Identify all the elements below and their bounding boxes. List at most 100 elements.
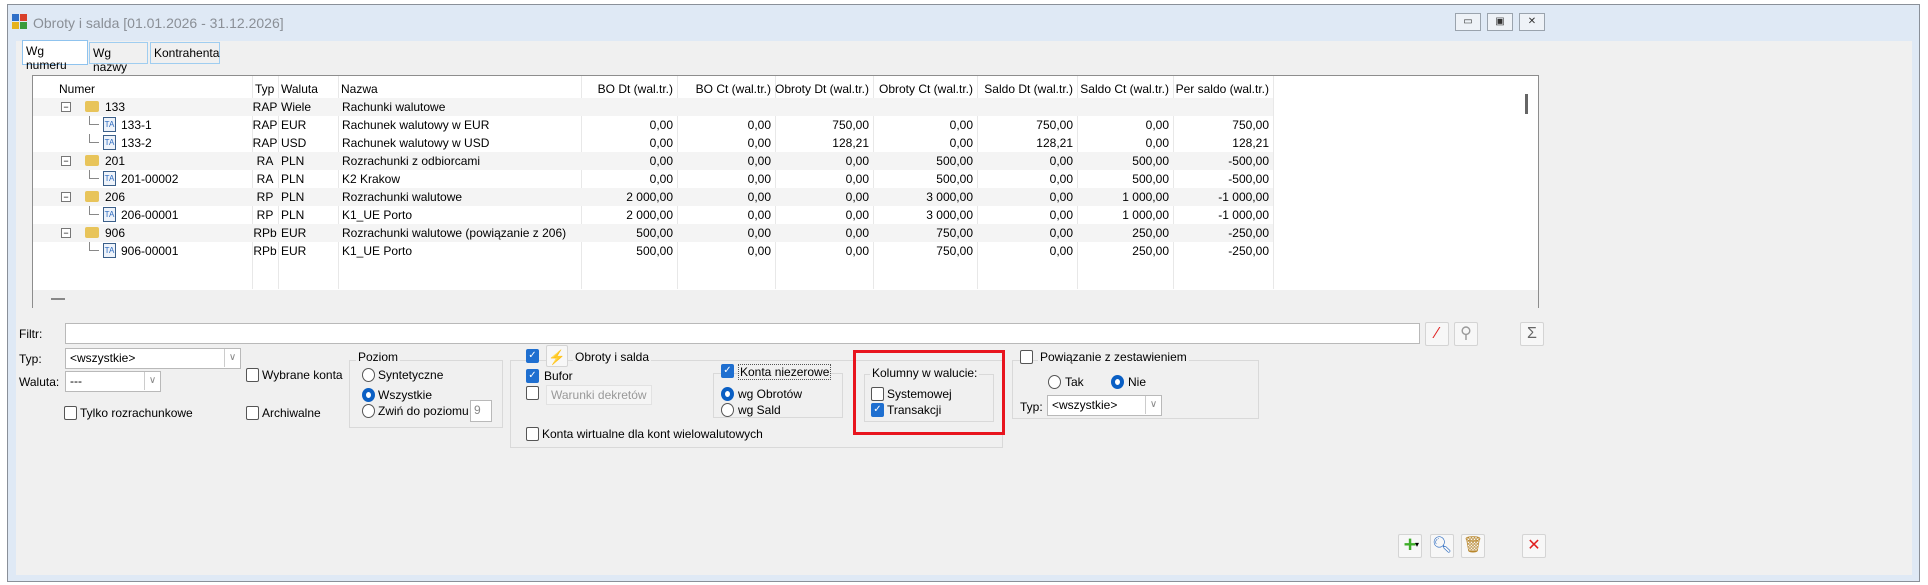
column-header[interactable]: Typ — [255, 80, 274, 98]
waluta-value: --- — [70, 374, 82, 388]
cell-numer: 906 — [105, 226, 126, 240]
powiazanie-checkbox[interactable] — [1020, 350, 1033, 364]
typ-value: <wszystkie> — [70, 351, 136, 365]
trash-icon[interactable]: 🗑︎ — [1461, 534, 1485, 558]
cell-value: -250,00 — [1228, 244, 1269, 258]
cell-value: 750,00 — [832, 118, 869, 132]
restore-button[interactable]: ▣ — [1487, 13, 1513, 31]
column-header[interactable]: Saldo Dt (wal.tr.) — [977, 80, 1073, 98]
minimize-button[interactable]: ▭ — [1455, 13, 1481, 31]
collapse-toggle[interactable]: − — [61, 102, 71, 112]
konta-wirtualne-checkbox[interactable] — [526, 427, 539, 441]
table-row[interactable]: TA 133-1 RAP EUR Rachunek walutowy w EUR 0,00… — [33, 116, 1273, 134]
wg-sald-radio[interactable] — [721, 403, 734, 417]
cell-value: 0,00 — [845, 244, 869, 258]
table-row[interactable]: TA 206-00001 RP PLN K1_UE Porto 2 000,00 0,00 0… — [33, 206, 1273, 224]
nie-radio[interactable] — [1111, 375, 1124, 389]
tylko-rozrachunkowe-checkbox[interactable] — [64, 406, 77, 420]
cell-value: 500,00 — [936, 154, 973, 168]
column-header[interactable]: Per saldo (wal.tr.) — [1173, 80, 1269, 98]
column-header[interactable]: Waluta — [281, 80, 318, 98]
collapse-handle[interactable] — [51, 298, 65, 300]
table-row[interactable]: − 201 RA PLN Rozrachunki z odbiorcami 0,00 0,0… — [33, 152, 1273, 170]
cell-nazwa: Rachunek walutowy w USD — [342, 136, 490, 150]
konta-niezerowe-checkbox[interactable]: ✓ — [721, 364, 734, 378]
collapse-toggle[interactable]: − — [61, 192, 71, 202]
collapse-toggle[interactable]: − — [61, 156, 71, 166]
cell-value: 750,00 — [936, 244, 973, 258]
warunki-checkbox[interactable] — [526, 386, 539, 400]
table-row[interactable]: TA 201-00002 RA PLN K2 Krakow 0,00 0,00 0,00 500… — [33, 170, 1273, 188]
column-header[interactable]: BO Ct (wal.tr.) — [677, 80, 771, 98]
poziom-stepper[interactable]: 9 — [470, 400, 492, 422]
column-header[interactable]: Obroty Ct (wal.tr.) — [873, 80, 973, 98]
powiazanie-typ-select[interactable]: <wszystkie> ∨ — [1047, 395, 1162, 416]
poziom-label: Poziom — [356, 350, 401, 364]
filter-builder-icon[interactable]: ⚲ — [1454, 322, 1478, 346]
bufor-checkbox[interactable]: ✓ — [526, 369, 539, 383]
table-row[interactable]: − 206 RP PLN Rozrachunki walutowe 2 000,00 0,0… — [33, 188, 1273, 206]
archiwalne-label: Archiwalne — [262, 406, 321, 420]
cell-value: 0,00 — [845, 154, 869, 168]
waluta-select[interactable]: --- ∨ — [65, 371, 161, 392]
zwin-radio[interactable] — [362, 404, 375, 418]
warunki-dekretow-button[interactable]: Warunki dekretów — [546, 385, 652, 405]
cell-value: 500,00 — [636, 244, 673, 258]
wg-obrotow-radio[interactable] — [721, 387, 734, 401]
cell-value: 0,00 — [1049, 172, 1073, 186]
wszystkie-radio[interactable] — [362, 388, 375, 402]
sum-icon[interactable]: Σ — [1520, 322, 1544, 346]
tree-line — [89, 242, 99, 251]
table-row[interactable]: − 906 RPb EUR Rozrachunki walutowe (powiązan… — [33, 224, 1273, 242]
cell-value: 0,00 — [845, 172, 869, 186]
tab-wg-numeru[interactable]: Wg numeru — [22, 40, 88, 72]
cell-value: 2 000,00 — [626, 208, 673, 222]
cell-typ: RA — [256, 172, 274, 186]
collapse-toggle[interactable]: − — [61, 228, 71, 238]
grid-footer — [33, 290, 1538, 308]
transakcji-checkbox[interactable]: ✓ — [871, 403, 884, 417]
column-header[interactable]: Nazwa — [341, 80, 378, 98]
lightning-icon[interactable]: ⚡ — [546, 345, 568, 367]
column-header[interactable]: BO Dt (wal.tr.) — [581, 80, 673, 98]
nie-label: Nie — [1128, 375, 1147, 389]
accounts-grid[interactable]: Numer Typ Waluta Nazwa BO Dt (wal.tr.) BO Ct … — [32, 75, 1539, 308]
cell-value: 0,00 — [649, 136, 673, 150]
cell-value: 0,00 — [845, 208, 869, 222]
tab-wg-nazwy[interactable]: Wg nazwy — [89, 42, 148, 74]
cell-nazwa: Rachunek walutowy w EUR — [342, 118, 490, 132]
cell-value — [1077, 98, 1169, 116]
cell-waluta: PLN — [281, 208, 305, 222]
cell-value: 0,00 — [1145, 118, 1169, 132]
cell-value: 0,00 — [1145, 136, 1169, 150]
vertical-scrollbar[interactable] — [1525, 94, 1528, 114]
chevron-down-icon: ∨ — [144, 372, 160, 390]
search-icon[interactable]: 🔍︎ — [1430, 534, 1454, 558]
cell-value: 0,00 — [1049, 154, 1073, 168]
tab-kontrahenta[interactable]: Kontrahenta — [150, 42, 220, 64]
column-header[interactable]: Obroty Dt (wal.tr.) — [775, 80, 869, 98]
tree-line — [89, 116, 99, 125]
table-row[interactable]: TA 906-00001 RPb EUR K1_UE Porto 500,00 0,00 0,… — [33, 242, 1273, 260]
wybrane-konta-checkbox[interactable] — [246, 368, 259, 382]
clear-filter-icon[interactable]: ⁄ — [1425, 322, 1449, 346]
column-header[interactable]: Numer — [59, 80, 95, 98]
filter-input[interactable] — [65, 323, 1420, 344]
cell-nazwa: Rozrachunki walutowe — [342, 190, 463, 204]
table-row[interactable]: TA 133-2 RAP USD Rachunek walutowy w USD 0,00… — [33, 134, 1273, 152]
syntetyczne-radio[interactable] — [362, 368, 375, 382]
close-window-button[interactable]: ✕ — [1519, 13, 1545, 31]
tak-radio[interactable] — [1048, 375, 1061, 389]
table-row[interactable]: − 133 RAP Wiele Rachunki walutowe — [33, 98, 1273, 116]
close-icon[interactable]: ✕ — [1522, 534, 1546, 558]
cell-value: 0,00 — [747, 118, 771, 132]
systemowej-checkbox[interactable] — [871, 387, 884, 401]
column-header[interactable]: Saldo Ct (wal.tr.) — [1077, 80, 1169, 98]
column-separator[interactable] — [1273, 76, 1274, 289]
archiwalne-checkbox[interactable] — [246, 406, 259, 420]
typ-select[interactable]: <wszystkie> ∨ — [65, 348, 241, 369]
obroty-salda-checkbox[interactable]: ✓ — [526, 349, 539, 363]
obroty-salda-label: Obroty i salda — [573, 350, 652, 364]
add-dropdown-icon[interactable]: ▾ — [1415, 540, 1419, 549]
cell-value: 128,21 — [1036, 136, 1073, 150]
